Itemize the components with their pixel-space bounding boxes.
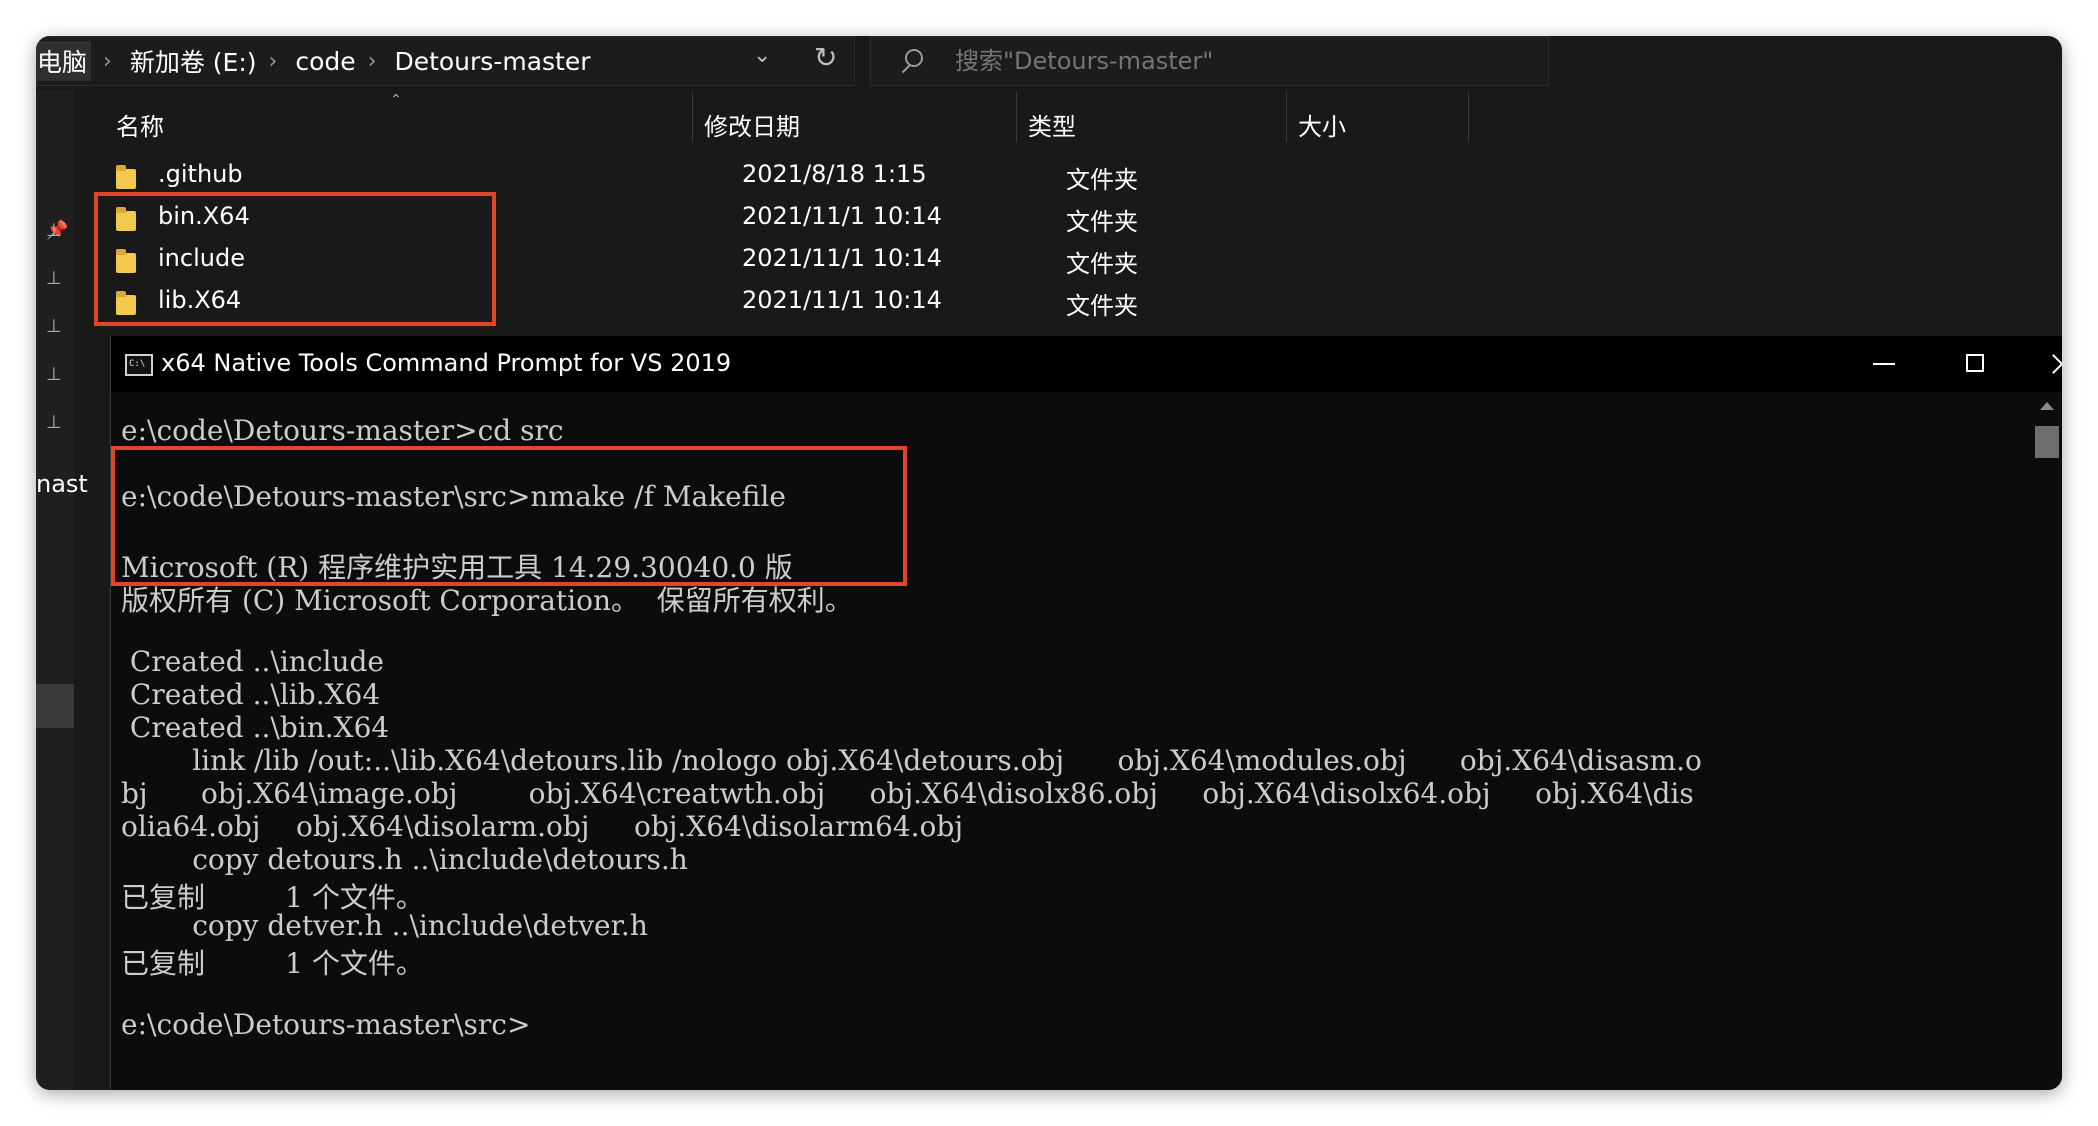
console-line: e:\code\Detours-master>cd src (121, 414, 564, 447)
nav-selection[interactable] (36, 684, 74, 728)
scroll-thumb[interactable] (2035, 426, 2059, 458)
cmd-app-icon: C:\ (125, 354, 153, 376)
console-prompt-line: e:\code\Detours-master\src> (121, 1008, 531, 1041)
file-row[interactable]: .github 2021/8/18 1:15 文件夹 (116, 156, 1536, 196)
sort-ascending-icon: ⌃ (390, 92, 402, 108)
search-box[interactable] (870, 36, 1549, 86)
console-line: Created ..\bin.X64 (121, 711, 390, 744)
refresh-icon[interactable]: ↻ (814, 41, 837, 74)
console-line: bj obj.X64\image.obj obj.X64\creatwth.ob… (121, 777, 1694, 810)
column-header-date[interactable]: 修改日期 (704, 100, 800, 148)
file-explorer-window: 电脑 › 新加卷 (E:) › code › Detours-master ⌄ … (36, 36, 1568, 1090)
minimize-button[interactable] (1837, 336, 1929, 392)
nav-item-partial-label[interactable]: nast (36, 470, 88, 498)
chevron-right-icon[interactable]: › (103, 49, 112, 74)
chevron-right-icon[interactable]: › (368, 49, 377, 74)
pin-icon: ⊥ (46, 316, 62, 337)
file-date: 2021/8/18 1:15 (742, 160, 927, 188)
highlight-box (111, 446, 907, 586)
breadcrumb-code[interactable]: code (295, 47, 355, 76)
breadcrumb-this-pc[interactable]: 电脑 (36, 41, 92, 81)
search-icon (899, 49, 923, 73)
command-prompt-window[interactable]: C:\ x64 Native Tools Command Prompt for … (110, 336, 2062, 1090)
breadcrumb-detours-master[interactable]: Detours-master (394, 47, 590, 76)
pin-icon: ⊥ (46, 412, 62, 433)
file-type: 文件夹 (1066, 208, 1138, 236)
scroll-up-icon[interactable] (2040, 402, 2054, 410)
screenshot-frame: 电脑 › 新加卷 (E:) › code › Detours-master ⌄ … (36, 36, 2062, 1090)
column-header-type[interactable]: 类型 (1028, 100, 1076, 148)
console-line: copy detours.h ..\include\detours.h (121, 843, 688, 876)
highlight-box (94, 192, 496, 326)
console-line: 已复制 1 个文件。 (121, 947, 424, 980)
file-date: 2021/11/1 10:14 (742, 286, 942, 314)
console-line: Created ..\include (121, 645, 385, 678)
pin-icon: ⊥ (46, 220, 62, 241)
pin-icon: ⊥ (46, 268, 62, 289)
file-type: 文件夹 (1066, 292, 1138, 320)
breadcrumb-volume-e[interactable]: 新加卷 (E:) (130, 43, 257, 79)
column-divider[interactable] (1468, 92, 1469, 142)
console-line: olia64.obj obj.X64\disolarm.obj obj.X64\… (121, 810, 964, 843)
folder-icon (116, 165, 136, 189)
column-header-size[interactable]: 大小 (1298, 100, 1346, 148)
file-type: 文件夹 (1066, 250, 1138, 278)
column-divider[interactable] (1016, 92, 1017, 142)
column-divider[interactable] (692, 92, 693, 142)
file-name: .github (158, 160, 243, 188)
window-title: x64 Native Tools Command Prompt for VS 2… (161, 349, 732, 377)
file-type: 文件夹 (1066, 166, 1138, 194)
chevron-right-icon[interactable]: › (269, 49, 278, 74)
console-line: copy detver.h ..\include\detver.h (121, 909, 648, 942)
address-bar[interactable]: 电脑 › 新加卷 (E:) › code › Detours-master ⌄ … (36, 36, 855, 86)
console-line: Created ..\lib.X64 (121, 678, 381, 711)
vertical-scrollbar[interactable] (2029, 392, 2062, 1090)
close-button[interactable] (2015, 336, 2062, 392)
chevron-down-icon[interactable]: ⌄ (753, 43, 771, 68)
column-divider[interactable] (1286, 92, 1287, 142)
search-input[interactable] (953, 46, 1517, 76)
pin-icon: ⊥ (46, 364, 62, 385)
file-date: 2021/11/1 10:14 (742, 202, 942, 230)
title-bar[interactable]: C:\ x64 Native Tools Command Prompt for … (111, 336, 2062, 392)
column-header-name[interactable]: 名称 (116, 100, 164, 148)
file-date: 2021/11/1 10:14 (742, 244, 942, 272)
console-line: link /lib /out:..\lib.X64\detours.lib /n… (121, 744, 1702, 777)
maximize-button[interactable] (1929, 336, 2021, 392)
